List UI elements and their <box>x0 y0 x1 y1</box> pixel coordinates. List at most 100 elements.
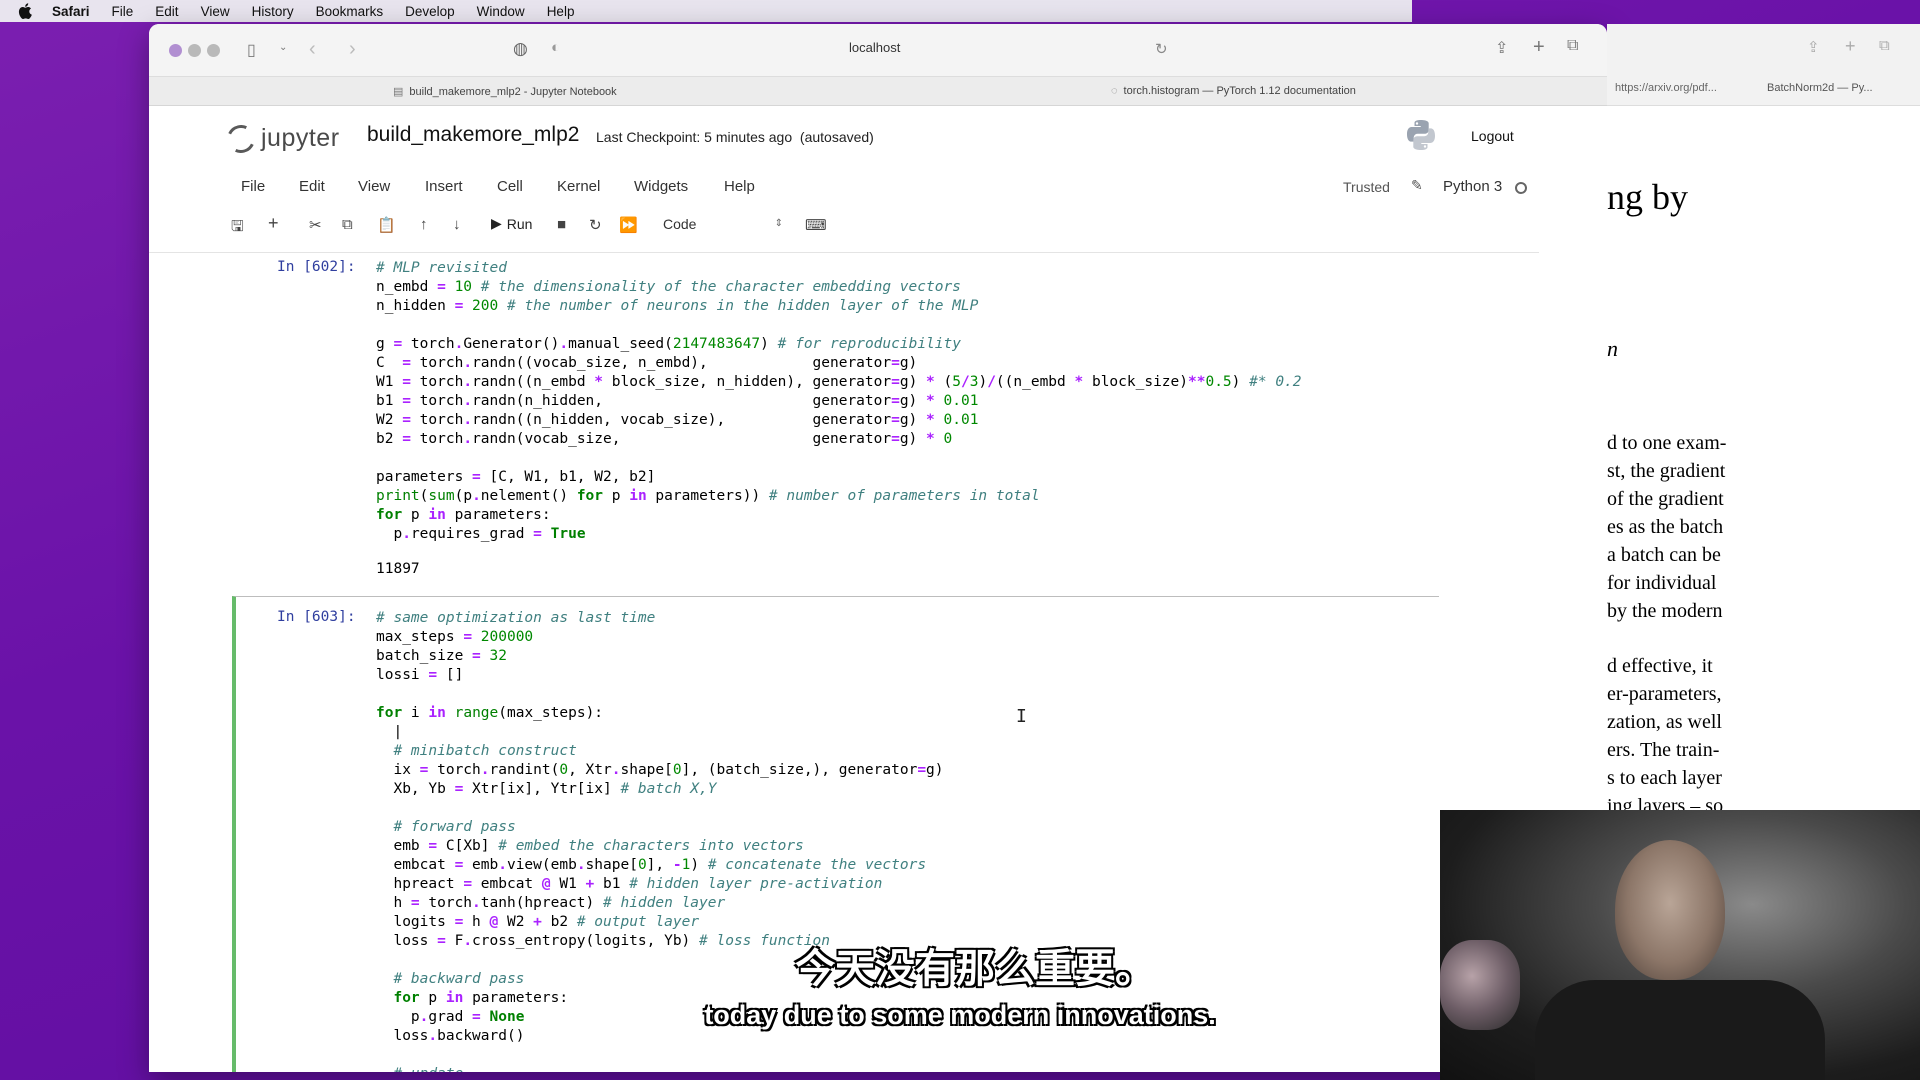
pdf-text-line: d to one exam- <box>1607 432 1727 454</box>
browser-toolbar: ▯ ⌄ ‹ › ◍ ◐ localhost ↻ ⇪ + ⧉ <box>149 24 1607 76</box>
autosave-text: (autosaved) <box>799 129 874 145</box>
python-logo-icon <box>1407 120 1435 150</box>
menu-safari[interactable]: Safari <box>52 4 90 19</box>
paste-icon[interactable]: 📋 <box>377 216 396 234</box>
cell-output: 11897 <box>376 561 420 577</box>
logout-button[interactable]: Logout <box>1471 128 1514 144</box>
pdf-text-line: d effective, it <box>1607 655 1713 677</box>
jmenu-file[interactable]: File <box>241 178 265 195</box>
text-cursor-icon: I <box>1016 706 1027 727</box>
pdf-text-line: zation, as well <box>1607 711 1722 733</box>
share-icon[interactable]: ⇪ <box>1807 38 1820 56</box>
fast-forward-icon[interactable]: ⏩ <box>619 216 638 234</box>
jmenu-kernel[interactable]: Kernel <box>557 178 600 195</box>
address-bar[interactable]: localhost <box>849 40 900 55</box>
pdf-text-line: of the gradient <box>1607 488 1724 510</box>
privacy-icon[interactable]: ◍ <box>513 39 528 59</box>
restart-icon[interactable]: ↻ <box>589 216 602 234</box>
menu-history[interactable]: History <box>252 4 294 19</box>
jupyter-logo[interactable]: jupyter <box>223 120 340 157</box>
apple-icon[interactable] <box>18 3 32 19</box>
pdf-heading: ng by <box>1607 177 1688 217</box>
pdf-italic-fragment: n <box>1607 336 1618 361</box>
jupyter-menubar: File Edit View Insert Cell Kernel Widget… <box>149 172 1607 202</box>
tab-pytorch-docs[interactable]: ◌ torch.histogram — PyTorch 1.12 documen… <box>1111 85 1356 97</box>
play-icon: ▶ <box>491 215 502 231</box>
safari-window: ▯ ⌄ ‹ › ◍ ◐ localhost ↻ ⇪ + ⧉ ▤ build_ma… <box>149 24 1607 1072</box>
cell-type-select[interactable]: Code ⇕ <box>655 213 789 237</box>
jmenu-widgets[interactable]: Widgets <box>634 178 688 195</box>
menu-view[interactable]: View <box>201 4 230 19</box>
pdf-browser-toolbar: ⇪ + ⧉ https://arxiv.org/pdf... BatchNorm… <box>1607 24 1920 106</box>
jmenu-help[interactable]: Help <box>724 178 755 195</box>
new-tab-icon[interactable]: + <box>1533 36 1545 59</box>
jupyter-logo-text: jupyter <box>261 124 340 152</box>
checkpoint-status: Last Checkpoint: 5 minutes ago (autosave… <box>596 129 874 145</box>
run-label: Run <box>506 215 533 232</box>
new-tab-icon[interactable]: + <box>1845 36 1856 57</box>
minimize-window-button[interactable] <box>188 44 201 57</box>
pdf-window: ⇪ + ⧉ https://arxiv.org/pdf... BatchNorm… <box>1607 24 1920 817</box>
tab-jupyter-notebook[interactable]: ▤ build_makemore_mlp2 - Jupyter Notebook <box>393 85 617 99</box>
tab-overview-icon[interactable]: ⧉ <box>1567 37 1578 55</box>
reload-icon[interactable]: ↻ <box>1155 40 1168 58</box>
document-icon: ▤ <box>393 86 404 98</box>
menu-develop[interactable]: Develop <box>405 4 455 19</box>
jmenu-insert[interactable]: Insert <box>425 178 463 195</box>
kernel-name[interactable]: Python 3 <box>1443 178 1502 195</box>
menu-edit[interactable]: Edit <box>155 4 178 19</box>
menu-help[interactable]: Help <box>547 4 575 19</box>
checkpoint-text: Last Checkpoint: 5 minutes ago <box>596 129 793 145</box>
jmenu-edit[interactable]: Edit <box>299 178 325 195</box>
pdf-tab-arxiv[interactable]: https://arxiv.org/pdf... <box>1615 82 1717 94</box>
macos-menubar: Safari File Edit View History Bookmarks … <box>0 0 1412 22</box>
forward-icon[interactable]: › <box>349 38 356 61</box>
cut-icon[interactable]: ✂ <box>309 216 322 234</box>
jupyter-toolbar: 🖫 + ✂ ⧉ 📋 ↑ ↓ ▶ Run ■ ↻ ⏩ Code ⇕ ⌨ <box>149 212 1607 240</box>
pdf-text-line: s to each layer <box>1607 767 1722 789</box>
insert-cell-icon[interactable]: + <box>268 213 279 234</box>
subtitle-chinese: 今天没有那么重要。 <box>795 946 1155 992</box>
pdf-text-line: by the modern <box>1607 600 1723 622</box>
pdf-text-line: a batch can be <box>1607 544 1721 566</box>
subtitle-english: today due to some modern innovations. <box>704 1000 1216 1030</box>
jupyter-header: jupyter build_makemore_mlp2 Last Checkpo… <box>149 106 1607 164</box>
copy-icon[interactable]: ⧉ <box>342 216 353 233</box>
tab-overview-icon[interactable]: ⧉ <box>1879 37 1890 54</box>
menu-bookmarks[interactable]: Bookmarks <box>316 4 384 19</box>
chevron-down-icon[interactable]: ⌄ <box>279 42 287 53</box>
keyboard-icon[interactable]: ⌨ <box>805 216 827 234</box>
notebook-title[interactable]: build_makemore_mlp2 <box>367 123 579 147</box>
tab-bar: ▤ build_makemore_mlp2 - Jupyter Notebook… <box>149 76 1607 106</box>
code-cell-602[interactable]: # MLP revisited n_embd = 10 # the dimens… <box>376 259 1302 544</box>
pdf-text-line: er-parameters, <box>1607 683 1722 705</box>
menu-file[interactable]: File <box>112 4 134 19</box>
loading-icon: ◌ <box>1111 85 1118 97</box>
pdf-tab-batchnorm[interactable]: BatchNorm2d — Py... <box>1767 82 1873 94</box>
jmenu-cell[interactable]: Cell <box>497 178 523 195</box>
pencil-icon[interactable]: ✎ <box>1411 177 1423 194</box>
pdf-text-line: ers. The train- <box>1607 739 1720 761</box>
move-down-icon[interactable]: ↓ <box>453 216 461 233</box>
jupyter-logo-icon <box>223 120 259 157</box>
tab-title: build_makemore_mlp2 - Jupyter Notebook <box>409 85 617 98</box>
share-icon[interactable]: ⇪ <box>1495 38 1508 58</box>
menu-window[interactable]: Window <box>477 4 525 19</box>
pdf-text-line: for individual <box>1607 572 1717 594</box>
tab-title: torch.histogram — PyTorch 1.12 documenta… <box>1123 85 1356 97</box>
shield-icon[interactable]: ◐ <box>551 39 560 56</box>
cell-type-value: Code <box>663 216 697 232</box>
select-arrows-icon: ⇕ <box>774 218 783 229</box>
save-icon[interactable]: 🖫 <box>231 216 244 241</box>
back-icon[interactable]: ‹ <box>309 38 316 61</box>
run-button[interactable]: ▶ Run <box>491 215 532 232</box>
close-window-button[interactable] <box>169 44 182 57</box>
kernel-idle-icon <box>1515 182 1527 194</box>
stop-icon[interactable]: ■ <box>557 216 566 233</box>
jmenu-view[interactable]: View <box>358 178 390 195</box>
zoom-window-button[interactable] <box>207 44 220 57</box>
move-up-icon[interactable]: ↑ <box>420 216 428 233</box>
sidebar-icon[interactable]: ▯ <box>247 40 256 60</box>
trusted-indicator[interactable]: Trusted <box>1343 179 1390 195</box>
pdf-text-line: st, the gradient <box>1607 460 1726 482</box>
